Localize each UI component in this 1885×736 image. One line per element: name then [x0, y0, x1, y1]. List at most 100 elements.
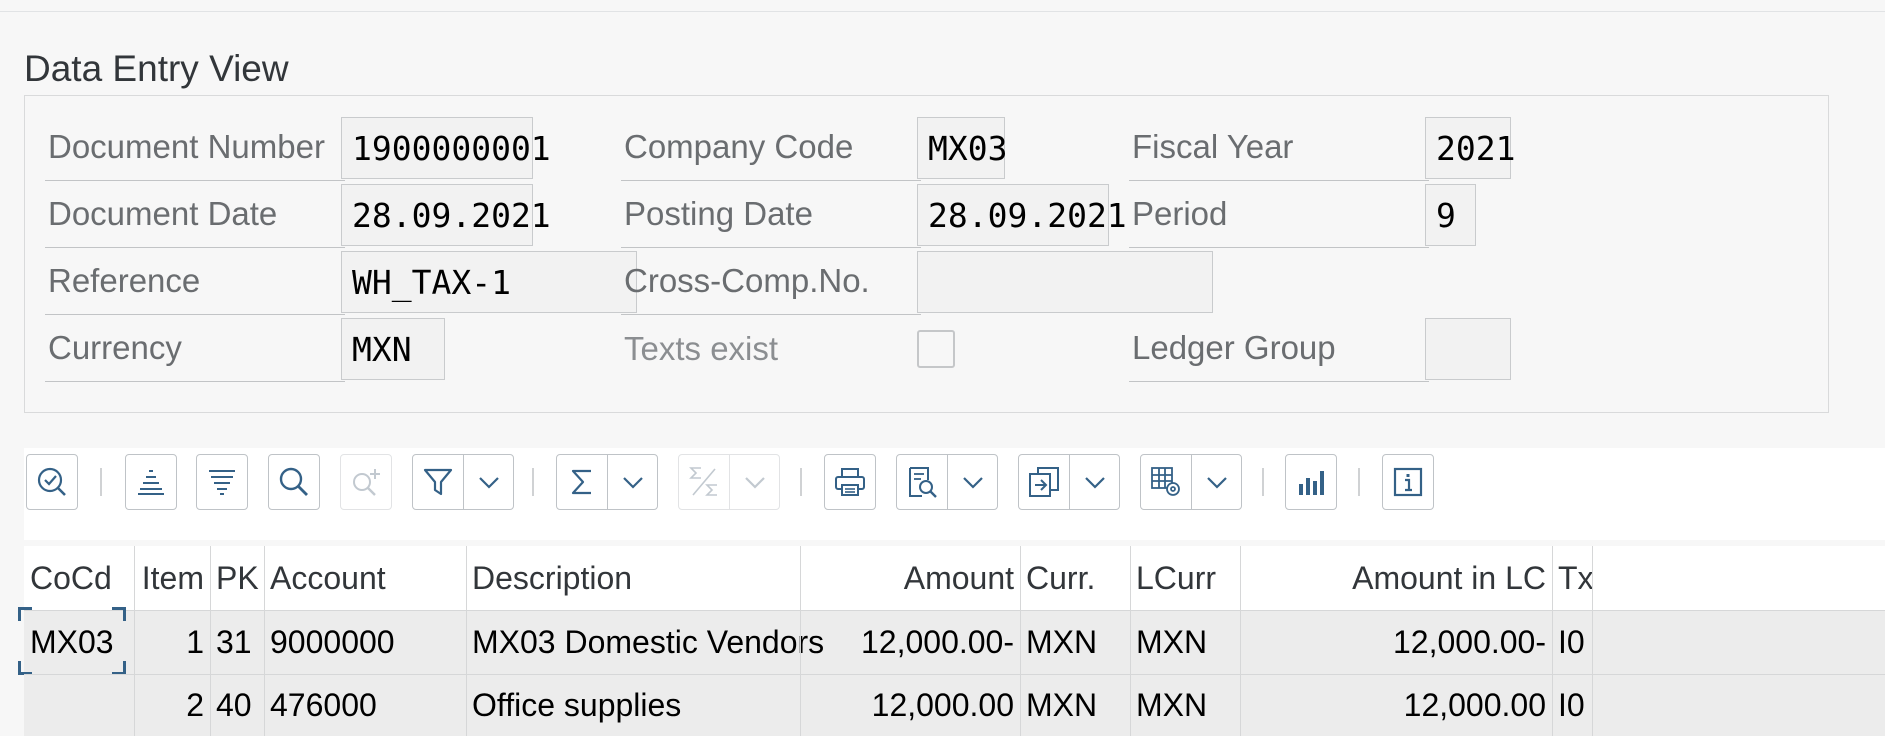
ledger-group-field[interactable] — [1425, 318, 1511, 380]
period-field[interactable]: 9 — [1425, 184, 1476, 246]
texts-exist-checkbox[interactable] — [917, 330, 955, 368]
column-divider — [1592, 546, 1593, 610]
posting-date-field[interactable]: 28.09.2021 — [917, 184, 1127, 246]
chevron-down-icon[interactable] — [1191, 455, 1241, 509]
column-header-cocd[interactable]: CoCd — [24, 546, 134, 610]
posting-date-label: Posting Date — [621, 181, 921, 248]
cell-pk[interactable]: 40 — [210, 674, 264, 736]
filter-button[interactable] — [412, 454, 514, 510]
cell-item[interactable]: 1 — [134, 610, 210, 674]
cell-tx[interactable]: I0 — [1552, 674, 1592, 736]
details-button[interactable] — [26, 454, 78, 510]
toolbar-separator — [1358, 468, 1360, 496]
fiscal-year-field[interactable]: 2021 — [1425, 117, 1515, 179]
cell-curr[interactable]: MXN — [1020, 674, 1130, 736]
chevron-down-icon[interactable] — [463, 455, 513, 509]
chevron-down-icon[interactable] — [1069, 455, 1119, 509]
subtotals-button[interactable] — [678, 454, 780, 510]
column-header-amount-in-lc[interactable]: Amount in LC — [1240, 546, 1552, 610]
currency-field[interactable]: MXN — [341, 318, 445, 380]
filter-icon — [413, 455, 463, 509]
chevron-down-icon[interactable] — [607, 455, 657, 509]
cell-description[interactable]: MX03 Domestic Vendors — [466, 610, 824, 674]
table-row[interactable]: 2 40 476000 Office supplies 12,000.00 MX… — [24, 674, 1885, 736]
currency-label: Currency — [45, 315, 345, 382]
table-row[interactable]: MX03 1 31 9000000 MX03 Domestic Vendors … — [18, 607, 1885, 675]
print-button[interactable] — [824, 454, 876, 510]
details-icon — [35, 465, 69, 499]
column-header-curr[interactable]: Curr. — [1020, 546, 1130, 610]
toolbar-separator — [532, 468, 534, 496]
sort-ascending-button[interactable] — [125, 454, 177, 510]
cell-cocd[interactable] — [24, 674, 134, 736]
find-button[interactable] — [268, 454, 320, 510]
sum-button[interactable] — [556, 454, 658, 510]
column-header-lcurr[interactable]: LCurr — [1130, 546, 1240, 610]
cell-focus-corner — [18, 661, 32, 675]
layout-settings-icon — [1141, 455, 1191, 509]
table-header: CoCd Item PK Account Description Amount … — [24, 546, 1885, 610]
cell-tx[interactable]: I0 — [1552, 610, 1592, 674]
chevron-down-icon[interactable] — [947, 455, 997, 509]
info-icon — [1391, 465, 1425, 499]
cell-lcurr[interactable]: MXN — [1130, 674, 1240, 736]
header-form: Document Number 1900000001 Company Code … — [24, 95, 1829, 413]
document-number-field[interactable]: 1900000001 — [341, 117, 551, 179]
cell-amount[interactable]: 12,000.00- — [800, 610, 1020, 674]
column-divider — [1592, 674, 1593, 736]
export-icon — [1019, 455, 1069, 509]
cell-focus-corner — [112, 661, 126, 675]
cell-lcurr[interactable]: MXN — [1130, 610, 1240, 674]
texts-exist-label: Texts exist — [624, 329, 779, 367]
find-next-button[interactable] — [340, 454, 392, 510]
cell-amount[interactable]: 12,000.00 — [800, 674, 1020, 736]
ledger-group-label: Ledger Group — [1129, 315, 1429, 382]
find-icon — [277, 465, 311, 499]
chart-button[interactable] — [1285, 454, 1337, 510]
alv-toolbar — [24, 448, 1885, 540]
cross-comp-no-field[interactable] — [917, 251, 1213, 313]
sort-descending-icon — [205, 465, 239, 499]
column-header-pk[interactable]: PK — [210, 546, 264, 610]
cell-account[interactable]: 476000 — [264, 674, 466, 736]
toolbar-separator — [800, 468, 802, 496]
section-title: Data Entry View — [24, 48, 289, 89]
print-icon — [833, 465, 867, 499]
reference-field[interactable]: WH_TAX-1 — [341, 251, 637, 313]
column-divider — [1592, 610, 1593, 674]
find-next-icon — [349, 465, 383, 499]
cell-curr[interactable]: MXN — [1020, 610, 1130, 674]
sort-descending-button[interactable] — [196, 454, 248, 510]
column-header-item[interactable]: Item — [134, 546, 210, 610]
cell-description[interactable]: Office supplies — [466, 674, 800, 736]
company-code-field[interactable]: MX03 — [917, 117, 1007, 179]
column-header-account[interactable]: Account — [264, 546, 466, 610]
cell-amount-in-lc[interactable]: 12,000.00 — [1240, 674, 1552, 736]
chart-icon — [1294, 465, 1328, 499]
chevron-down-icon[interactable] — [729, 455, 779, 509]
print-preview-button[interactable] — [896, 454, 998, 510]
cell-pk[interactable]: 31 — [210, 610, 264, 674]
document-number-label: Document Number — [45, 114, 345, 181]
document-date-label: Document Date — [45, 181, 345, 248]
company-code-label: Company Code — [621, 114, 921, 181]
column-header-tx[interactable]: Tx — [1552, 546, 1594, 610]
info-button[interactable] — [1382, 454, 1434, 510]
cell-amount-in-lc[interactable]: 12,000.00- — [1240, 610, 1552, 674]
cell-account[interactable]: 9000000 — [264, 610, 466, 674]
sort-ascending-icon — [134, 465, 168, 499]
column-header-description[interactable]: Description — [466, 546, 800, 610]
sum-icon — [557, 455, 607, 509]
toolbar-separator — [100, 468, 102, 496]
cell-item[interactable]: 2 — [134, 674, 210, 736]
export-button[interactable] — [1018, 454, 1120, 510]
column-header-amount[interactable]: Amount — [800, 546, 1020, 610]
top-border — [0, 0, 1885, 12]
fiscal-year-label: Fiscal Year — [1129, 114, 1429, 181]
subtotals-icon — [679, 455, 729, 509]
document-date-field[interactable]: 28.09.2021 — [341, 184, 551, 246]
toolbar-separator — [1262, 468, 1264, 496]
reference-label: Reference — [45, 248, 345, 315]
layout-settings-button[interactable] — [1140, 454, 1242, 510]
period-label: Period — [1129, 181, 1429, 248]
